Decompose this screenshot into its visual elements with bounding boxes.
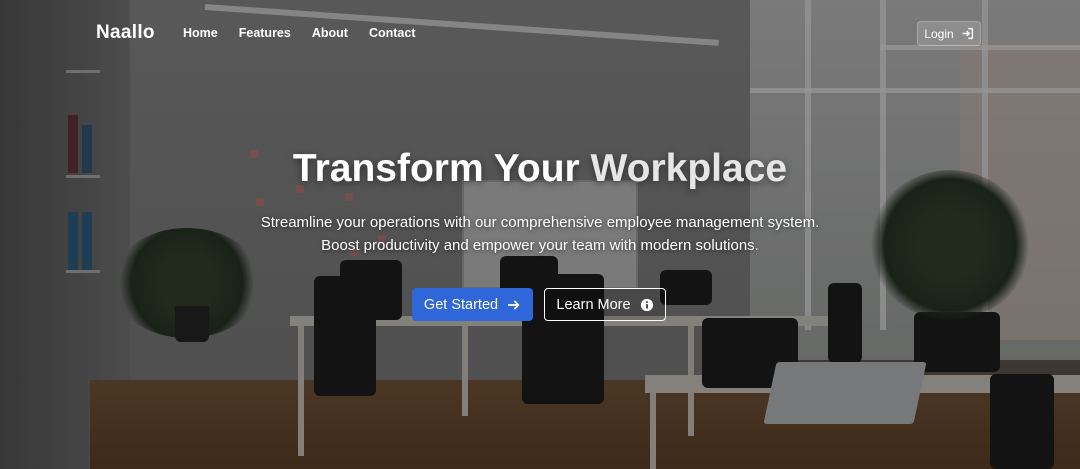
hero-section: Naallo Home Features About Contact Login… — [0, 0, 1080, 469]
nav-link-contact[interactable]: Contact — [369, 26, 416, 40]
arrow-right-icon — [507, 300, 520, 309]
info-circle-icon — [640, 298, 653, 311]
top-navbar: Naallo Home Features About Contact Login — [0, 0, 1080, 66]
learn-more-label: Learn More — [556, 296, 631, 313]
sign-in-icon — [962, 27, 973, 40]
brand-logo[interactable]: Naallo — [96, 22, 155, 44]
get-started-button[interactable]: Get Started — [412, 288, 533, 321]
hero-subtitle: Streamline your operations with our comp… — [260, 214, 820, 254]
learn-more-button[interactable]: Learn More — [544, 288, 666, 321]
nav-link-about[interactable]: About — [312, 26, 348, 40]
hero-title: Transform Your Workplace — [0, 147, 1080, 191]
nav-link-features[interactable]: Features — [239, 26, 291, 40]
nav-links: Home Features About Contact — [183, 26, 436, 40]
hero-title-accent: Workplace — [590, 147, 788, 190]
login-button-label: Login — [924, 26, 954, 41]
login-button[interactable]: Login — [917, 21, 981, 46]
hero-title-main: Transform Your — [292, 147, 591, 190]
get-started-label: Get Started — [423, 296, 499, 313]
nav-link-home[interactable]: Home — [183, 26, 218, 40]
